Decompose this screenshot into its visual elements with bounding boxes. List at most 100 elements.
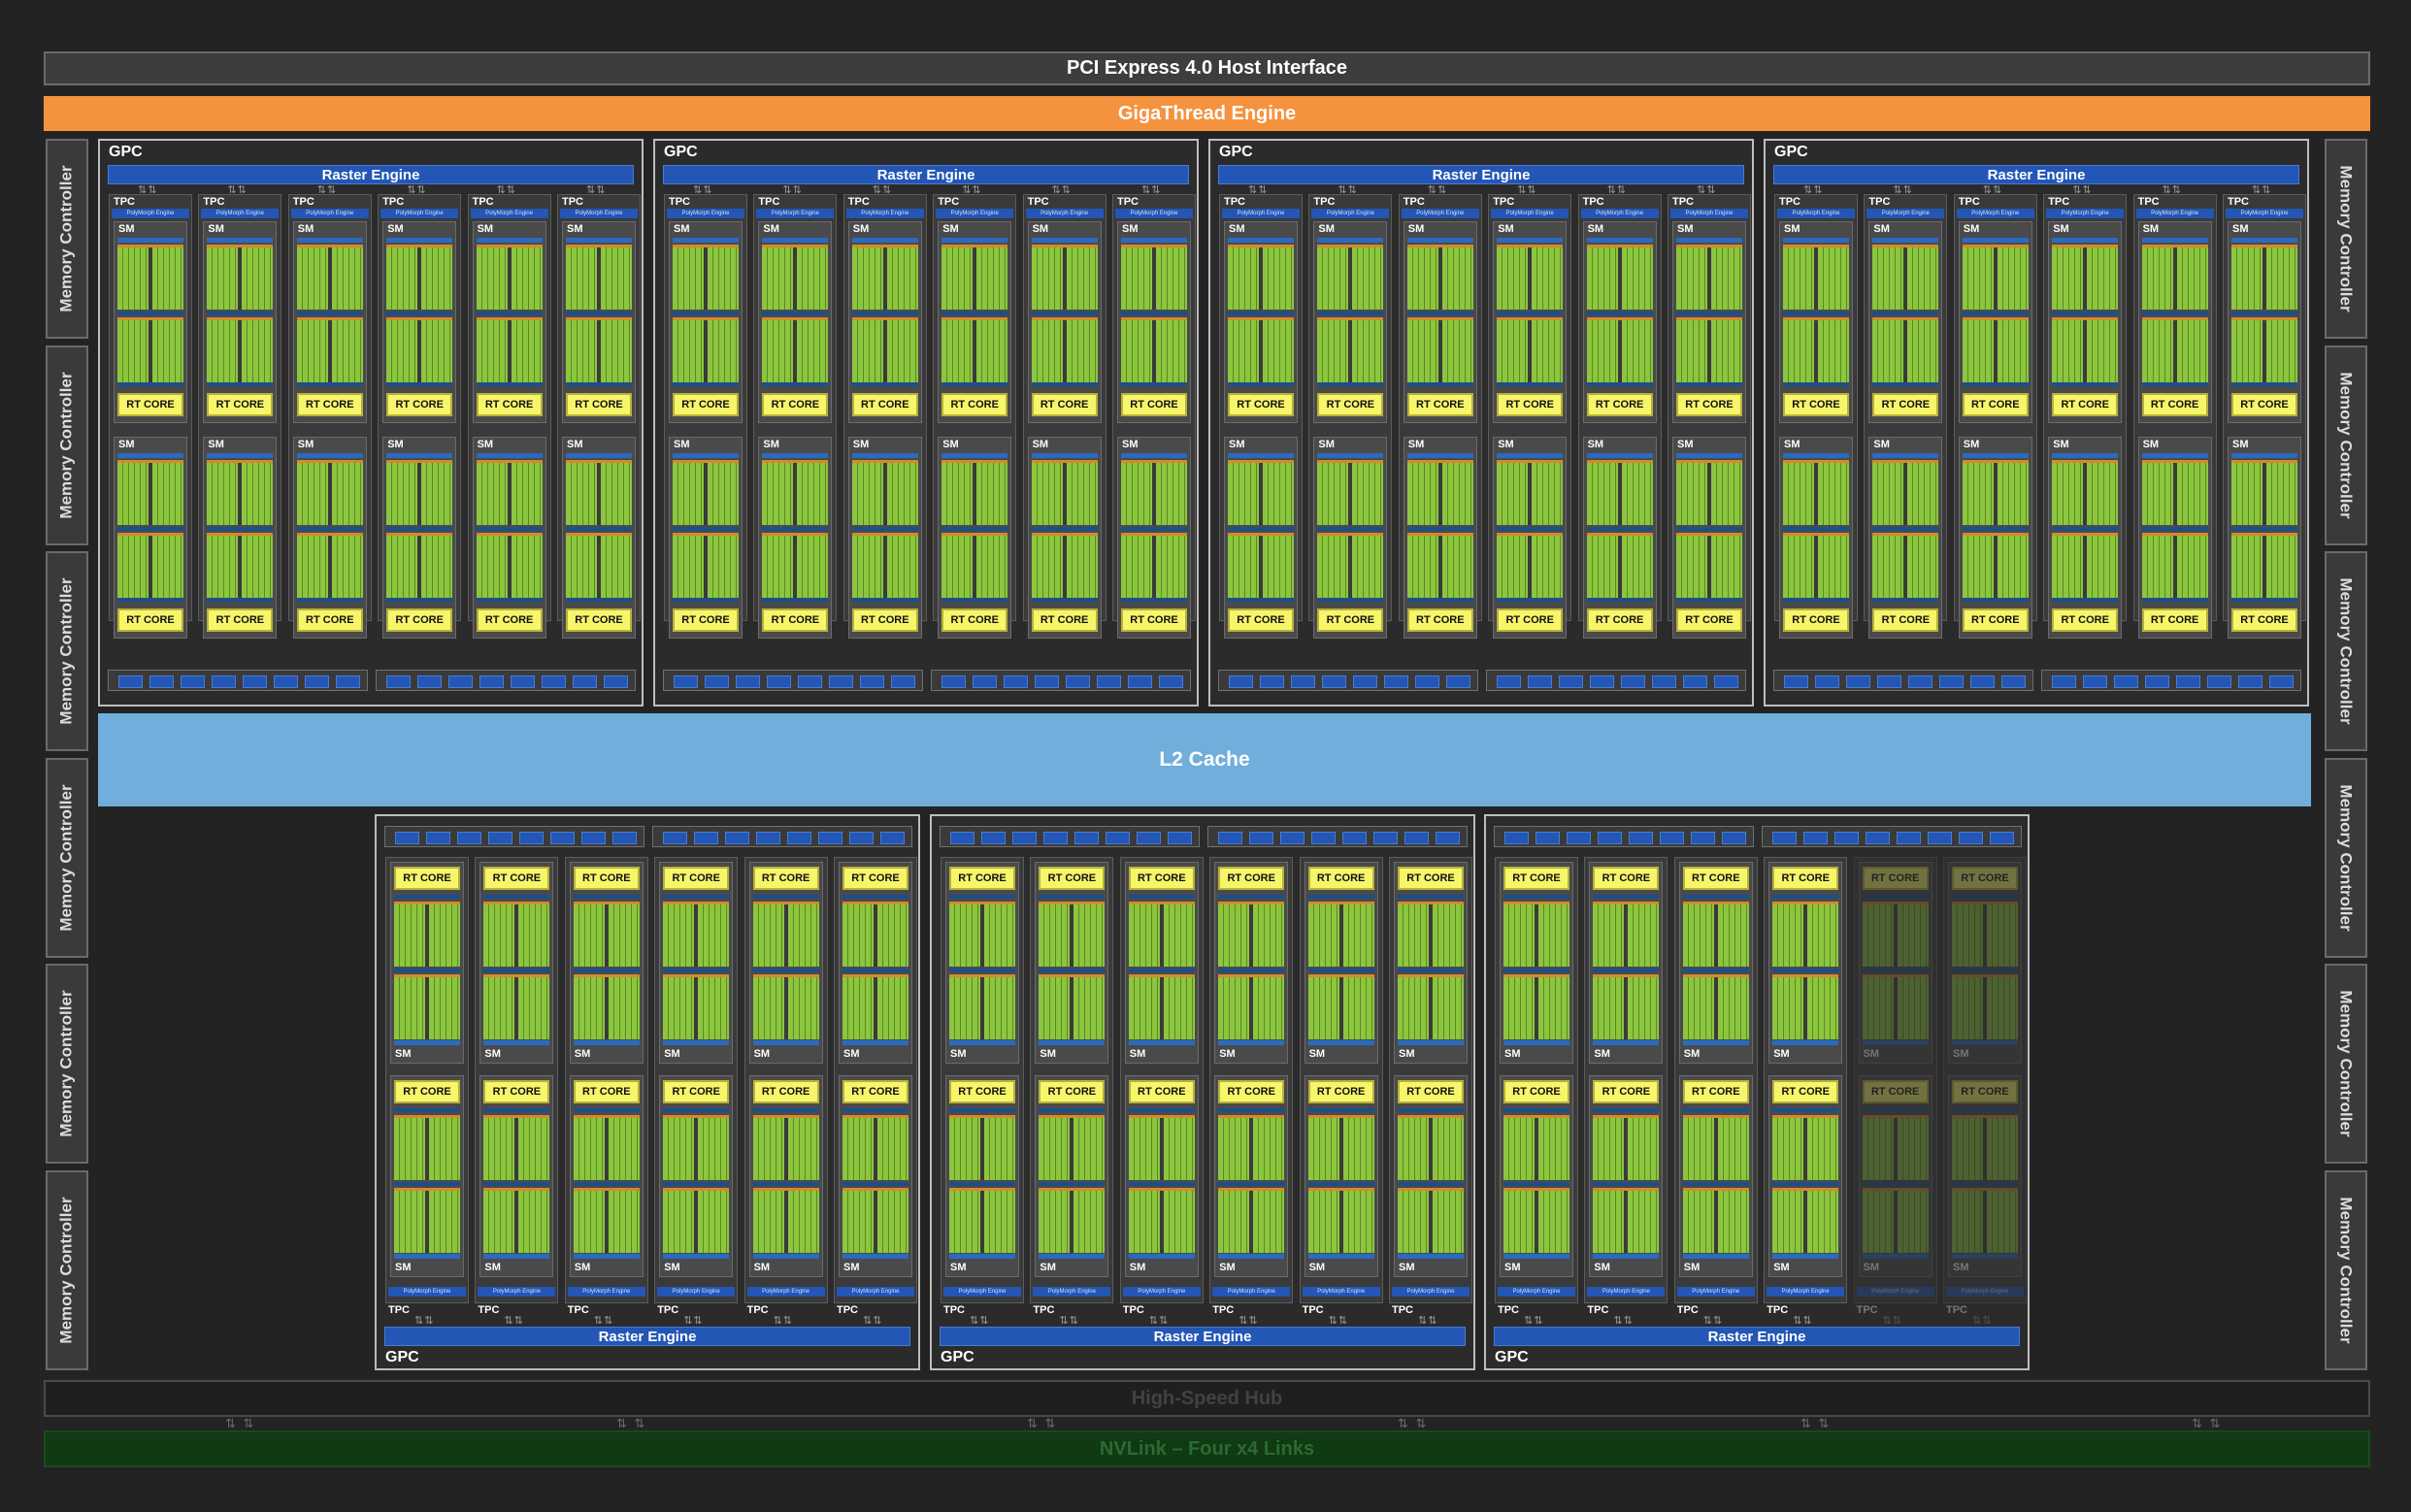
- sm-register-band: [1682, 969, 1749, 972]
- sm-label: SM: [118, 223, 135, 235]
- sm-register-band: [673, 527, 739, 531]
- sm-register-band: [1317, 238, 1384, 243]
- polymorph-engine: PolyMorph Engine: [936, 209, 1014, 218]
- sm-register-band: [566, 527, 632, 531]
- rt-core-label: RT CORE: [2061, 399, 2109, 411]
- cuda-core-array: [1121, 460, 1187, 525]
- sm-register-band: [1783, 598, 1849, 602]
- cache-bank: [941, 675, 966, 688]
- rt-core: RT CORE: [1772, 867, 1839, 890]
- cache-bank-strip: [931, 670, 1191, 691]
- rt-core-label: RT CORE: [1971, 399, 2020, 411]
- sm-register-band: [1218, 1108, 1285, 1112]
- sm-label: SM: [664, 1262, 680, 1273]
- sm-register-band: [1682, 1254, 1749, 1259]
- sm-label: SM: [1407, 223, 1425, 235]
- cuda-core-array: [1218, 974, 1285, 1039]
- data-arrow-icon: ⇅ ⇅: [616, 1416, 647, 1430]
- cuda-core-array: [1307, 902, 1374, 967]
- rt-core-label: RT CORE: [1512, 872, 1561, 884]
- rt-core-label: RT CORE: [2061, 614, 2109, 626]
- rt-core-label: RT CORE: [1130, 399, 1178, 411]
- streaming-multiprocessor: SM RT CORE: [1403, 437, 1477, 639]
- sm-label: SM: [753, 1262, 771, 1273]
- rt-core: RT CORE: [2231, 393, 2297, 416]
- polymorph-engine: PolyMorph Engine: [1491, 209, 1569, 218]
- polymorph-engine: PolyMorph Engine: [667, 209, 744, 218]
- streaming-multiprocessor: RT CORE SM: [945, 862, 1019, 1064]
- tpc-label: TPC: [657, 1304, 679, 1316]
- rt-core-label: RT CORE: [1692, 872, 1740, 884]
- cache-bank: [1353, 675, 1377, 688]
- rt-core-label: RT CORE: [761, 1086, 810, 1098]
- rt-core-label: RT CORE: [851, 1086, 900, 1098]
- tpc-block: TPC PolyMorph Engine SM RT CORE SM RT CORE: [557, 194, 641, 639]
- rt-core: RT CORE: [483, 1080, 550, 1103]
- cuda-core-array: [762, 245, 829, 310]
- sm-register-band: [1497, 382, 1564, 386]
- streaming-multiprocessor: SM RT CORE: [669, 437, 743, 639]
- sm-register-band: [1228, 382, 1294, 386]
- memory-controller-left: Memory Controller: [46, 757, 88, 958]
- sm-register-band: [1676, 238, 1742, 243]
- memory-controller-left: Memory Controller: [46, 345, 88, 545]
- rt-core-label: RT CORE: [126, 399, 175, 411]
- polymorph-label: PolyMorph Engine: [1326, 211, 1374, 216]
- cuda-core-array: [476, 317, 543, 382]
- cache-bank: [1128, 675, 1152, 688]
- polymorph-engine: PolyMorph Engine: [560, 209, 638, 218]
- streaming-multiprocessor: RT CORE SM: [1035, 1075, 1109, 1277]
- sm-register-band: [1398, 1040, 1464, 1045]
- rt-core-label: RT CORE: [1406, 872, 1455, 884]
- cuda-core-array: [1398, 902, 1464, 967]
- polymorph-engine: PolyMorph Engine: [1033, 1287, 1111, 1297]
- rt-core: RT CORE: [1503, 1080, 1569, 1103]
- sm-register-band: [1039, 1040, 1106, 1045]
- streaming-multiprocessor: RT CORE SM: [1214, 862, 1289, 1064]
- sm-register-band: [1676, 598, 1742, 602]
- rt-core-label: RT CORE: [492, 1086, 542, 1098]
- data-arrow-icon: ⇅ ⇅: [1027, 1416, 1058, 1430]
- sm-register-band: [949, 1254, 1015, 1259]
- cache-bank: [1536, 832, 1560, 844]
- sm-register-band: [476, 382, 543, 386]
- cuda-core-array: [673, 317, 739, 382]
- cuda-core-array: [842, 974, 908, 1039]
- streaming-multiprocessor: SM RT CORE: [382, 221, 457, 423]
- sm-register-band: [2141, 312, 2208, 315]
- cache-bank: [2176, 675, 2200, 688]
- cache-bank: [581, 832, 606, 844]
- sm-register-band: [1593, 1108, 1660, 1112]
- rt-core: RT CORE: [1952, 867, 2018, 890]
- cache-bank: [1106, 832, 1130, 844]
- cache-bank: [767, 675, 791, 688]
- tpc-block: TPC PolyMorph Engine SM RT CORE SM RT CORE: [287, 194, 372, 639]
- rt-core-label: RT CORE: [1505, 399, 1554, 411]
- cuda-core-array: [2231, 460, 2297, 525]
- sm-label: SM: [753, 1048, 771, 1060]
- cuda-core-array: [1317, 317, 1384, 382]
- rt-core: RT CORE: [1682, 867, 1749, 890]
- sm-register-band: [573, 1254, 640, 1259]
- rt-core: RT CORE: [1228, 608, 1294, 632]
- sm-label: SM: [1863, 1048, 1880, 1060]
- sm-register-band: [2052, 598, 2119, 602]
- cuda-core-array: [1398, 974, 1464, 1039]
- sm-label: SM: [1229, 223, 1245, 235]
- streaming-multiprocessor: RT CORE SM: [1394, 1075, 1468, 1277]
- memory-controller-left: Memory Controller: [46, 551, 88, 752]
- sm-register-band: [566, 238, 632, 243]
- polymorph-engine: PolyMorph Engine: [1302, 1287, 1380, 1297]
- cuda-core-array: [1497, 460, 1564, 525]
- tpc-block: TPC PolyMorph Engine SM RT CORE SM RT CORE: [664, 194, 747, 639]
- polymorph-engine: PolyMorph Engine: [380, 209, 459, 218]
- polymorph-engine: PolyMorph Engine: [478, 1287, 556, 1297]
- sm-register-band: [476, 527, 543, 531]
- streaming-multiprocessor: SM RT CORE: [1582, 437, 1657, 639]
- tpc-label: TPC: [1224, 196, 1245, 208]
- cuda-core-array: [1586, 317, 1653, 382]
- sm-register-band: [1218, 1182, 1285, 1186]
- cuda-core-array: [663, 902, 730, 967]
- cuda-core-array: [476, 245, 543, 310]
- rt-core-label: RT CORE: [1961, 872, 2009, 884]
